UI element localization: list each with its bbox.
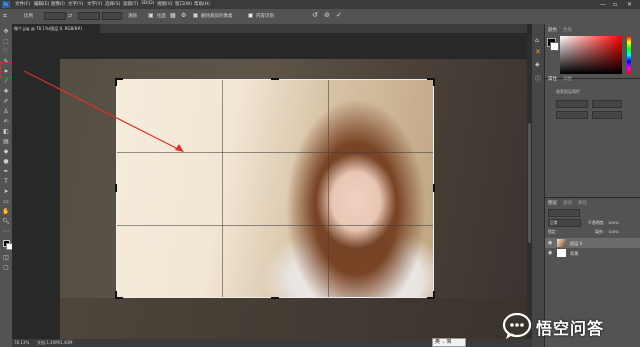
tab-color[interactable]: 颜色 <box>548 27 557 33</box>
visibility-eye-icon[interactable]: ◉ <box>548 250 552 256</box>
background-swatch[interactable] <box>550 42 559 51</box>
tab-layers[interactable]: 图层 <box>548 200 557 206</box>
layer-row[interactable]: ◉ 背景 <box>545 248 640 258</box>
properties-h-field[interactable] <box>556 111 588 119</box>
layer-thumbnail <box>557 239 566 247</box>
scrollbar-thumb[interactable] <box>528 123 531 243</box>
hue-slider[interactable] <box>627 36 631 74</box>
watermark-text: 悟空问答 <box>536 319 605 338</box>
tab-swatches[interactable]: 色板 <box>563 27 572 33</box>
tab-channels[interactable]: 通道 <box>563 200 572 206</box>
layer-row[interactable]: ◉ 图层 0 <box>545 238 640 248</box>
tab-adjustments[interactable]: 调整 <box>563 76 572 82</box>
panel-divider <box>545 197 640 198</box>
properties-x-field[interactable] <box>592 100 622 108</box>
properties-y-field[interactable] <box>592 111 622 119</box>
opacity-label: 不透明度: <box>588 220 605 225</box>
layer-name: 图层 0 <box>570 241 583 246</box>
watermark: 悟空问答 <box>500 312 638 340</box>
info-icon[interactable]: ⓘ <box>535 74 541 83</box>
panel-icon-strip: ⌂ ✕ ◈ ⓘ <box>532 24 545 347</box>
blend-mode-dropdown[interactable]: 正常 <box>548 219 581 227</box>
tab-paths[interactable]: 路径 <box>578 200 587 206</box>
watermark-logo-icon <box>502 313 532 339</box>
layer-thumbnail <box>557 249 566 257</box>
color-picker-field[interactable] <box>560 36 622 74</box>
opacity-value[interactable]: 100% <box>608 220 619 225</box>
panel-divider <box>545 78 640 79</box>
layer-name: 背景 <box>570 251 579 256</box>
fill-label: 填充: <box>595 229 604 234</box>
document-info[interactable]: 文档:1.40M/1.40M <box>37 340 72 346</box>
properties-subtitle: 像素图层属性 <box>556 89 580 94</box>
tab-properties[interactable]: 属性 <box>548 76 557 82</box>
history-icon[interactable]: ⌂ <box>535 37 539 44</box>
fill-value[interactable]: 100% <box>608 229 619 234</box>
properties-w-field[interactable] <box>556 100 588 108</box>
ime-text: 英 ·, 简 <box>435 339 452 345</box>
visibility-eye-icon[interactable]: ◉ <box>548 240 552 246</box>
zoom-level[interactable]: 78.13% <box>14 340 29 345</box>
brush-panel-icon[interactable]: ◈ <box>535 61 540 68</box>
tool-presets-icon[interactable]: ✕ <box>535 48 541 56</box>
lock-label: 锁定: <box>548 229 557 234</box>
ime-indicator[interactable]: 英 ·, 简 <box>432 338 466 347</box>
layer-filter-field[interactable] <box>548 209 580 217</box>
